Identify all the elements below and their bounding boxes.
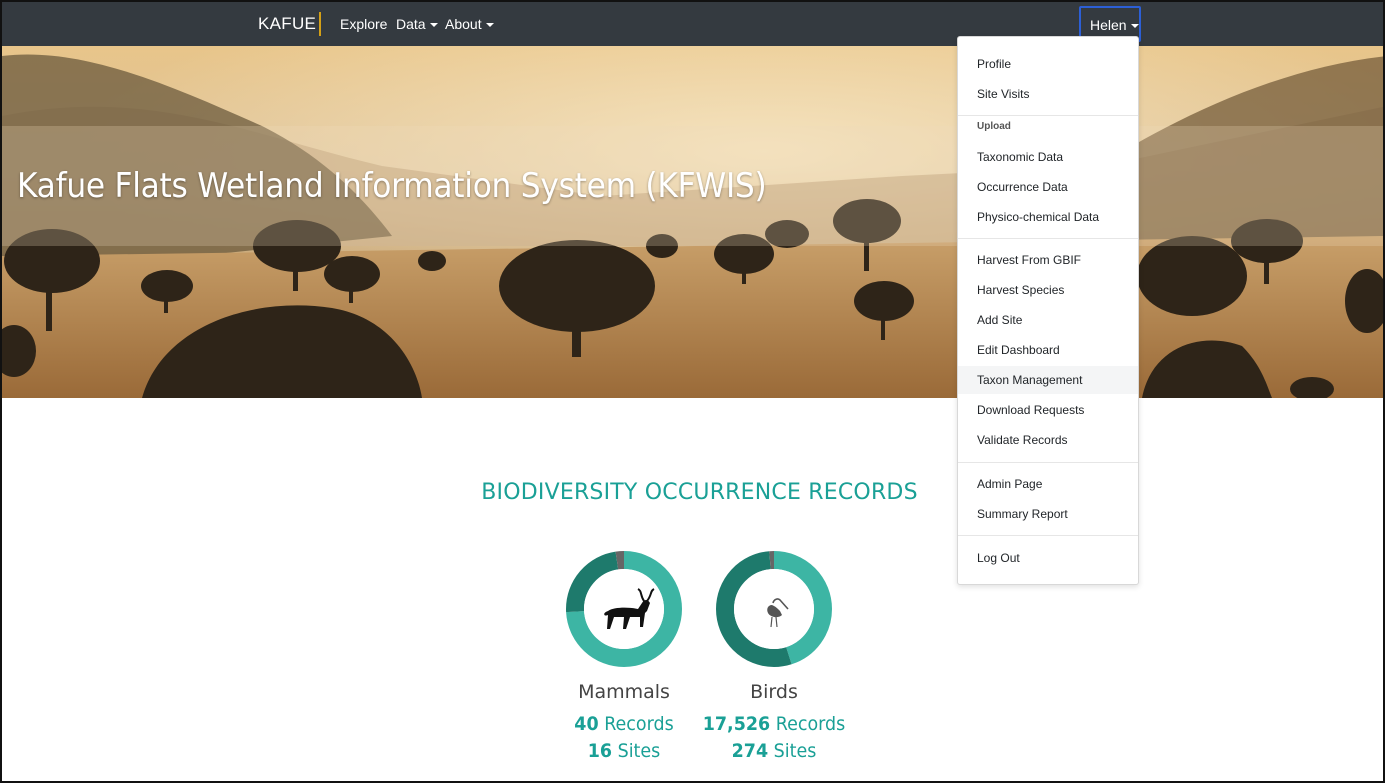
stat-card-birds[interactable]: Birds 17,526 Records 274 Sites [689, 549, 859, 762]
brand-divider [319, 12, 321, 36]
nav-data[interactable]: Data [396, 16, 438, 32]
menu-item-harvest-species[interactable]: Harvest Species [958, 276, 1138, 304]
menu-item-log-out[interactable]: Log Out [958, 544, 1138, 572]
menu-item-occurrence-data[interactable]: Occurrence Data [958, 173, 1138, 201]
user-dropdown-menu: Profile Site Visits Upload Taxonomic Dat… [957, 36, 1139, 585]
menu-divider [958, 462, 1138, 463]
menu-item-profile[interactable]: Profile [958, 50, 1138, 78]
menu-item-taxonomic-data[interactable]: Taxonomic Data [958, 143, 1138, 171]
donut-chart-mammals [566, 551, 682, 667]
donut-chart-birds [716, 551, 832, 667]
menu-item-add-site[interactable]: Add Site [958, 306, 1138, 334]
menu-item-physico-chemical-data[interactable]: Physico-chemical Data [958, 203, 1138, 231]
menu-item-site-visits[interactable]: Site Visits [958, 80, 1138, 108]
menu-item-edit-dashboard[interactable]: Edit Dashboard [958, 336, 1138, 364]
savanna-landscape-image [2, 46, 1383, 398]
hero-banner: Kafue Flats Wetland Information System (… [2, 46, 1383, 398]
menu-item-admin-page[interactable]: Admin Page [958, 470, 1138, 498]
menu-item-harvest-gbif[interactable]: Harvest From GBIF [958, 246, 1138, 274]
menu-divider [958, 238, 1138, 239]
hero-title: Kafue Flats Wetland Information System (… [17, 166, 767, 206]
menu-item-validate-records[interactable]: Validate Records [958, 426, 1138, 454]
stat-name: Mammals [578, 681, 670, 703]
page-frame: KAFUE Explore Data About Helen Kafue Fla… [0, 0, 1385, 783]
section-title: BIODIVERSITY OCCURRENCE RECORDS [481, 480, 918, 505]
stat-sites[interactable]: 274 Sites [696, 740, 852, 762]
stat-sites[interactable]: 16 Sites [546, 740, 702, 762]
stat-records[interactable]: 17,526 Records [696, 713, 852, 735]
stat-name: Birds [750, 681, 798, 703]
menu-item-taxon-management[interactable]: Taxon Management [958, 366, 1138, 394]
stat-records[interactable]: 40 Records [546, 713, 702, 735]
nav-about[interactable]: About [445, 16, 494, 32]
menu-divider [958, 115, 1138, 116]
menu-item-summary-report[interactable]: Summary Report [958, 500, 1138, 528]
menu-divider [958, 535, 1138, 536]
menu-item-download-requests[interactable]: Download Requests [958, 396, 1138, 424]
chevron-down-icon [485, 23, 494, 28]
brand-logo[interactable]: KAFUE [258, 14, 316, 34]
top-navbar: KAFUE Explore Data About Helen [2, 2, 1383, 46]
stat-card-mammals[interactable]: Mammals 40 Records 16 Sites [539, 549, 709, 762]
chevron-down-icon [429, 23, 438, 28]
chevron-down-icon [1130, 24, 1139, 29]
menu-header-upload: Upload [977, 121, 1011, 132]
nav-explore[interactable]: Explore [340, 16, 387, 32]
